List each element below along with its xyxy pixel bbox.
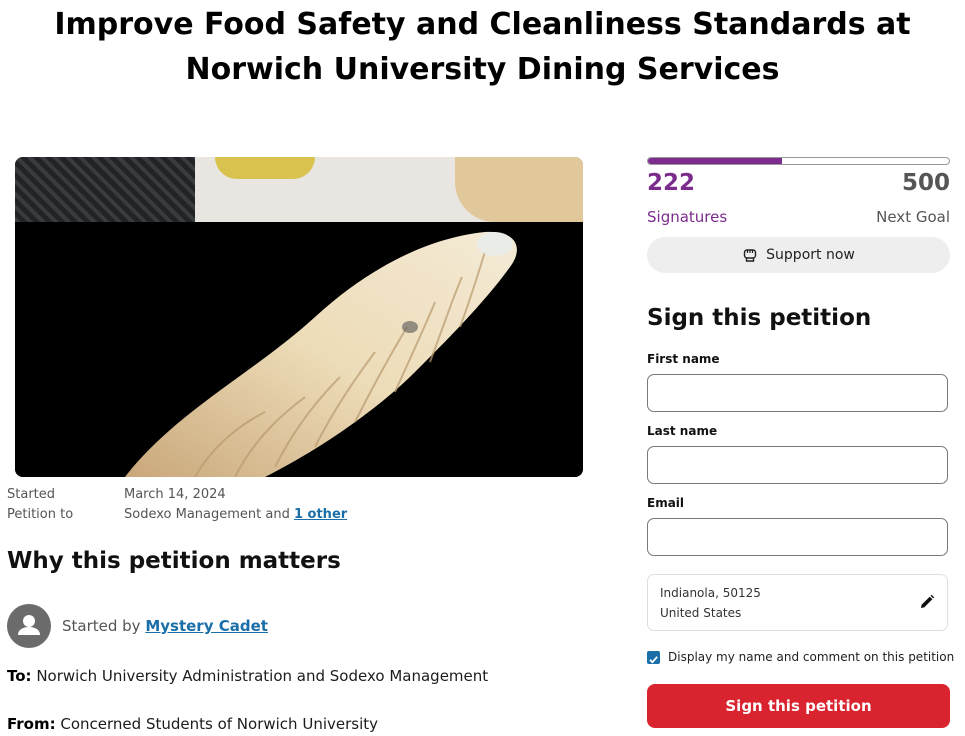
signature-progress-bar: [647, 157, 950, 165]
email-label: Email: [647, 496, 685, 510]
started-by-prefix: Started by: [62, 617, 146, 635]
petition-target: Sodexo Management and: [124, 507, 294, 522]
signature-count: 222: [647, 170, 696, 196]
started-by: Started by Mystery Cadet: [62, 617, 268, 635]
from-line: From: Concerned Students of Norwich Univ…: [7, 715, 378, 733]
started-label: Started: [7, 487, 56, 502]
page-title: Improve Food Safety and Cleanliness Stan…: [54, 7, 911, 87]
photo-closeup: [15, 222, 583, 477]
pencil-icon[interactable]: [919, 594, 935, 610]
from-text: Concerned Students of Norwich University: [55, 715, 379, 733]
larva-illustration: [125, 231, 517, 477]
signature-progress-fill: [648, 158, 782, 164]
support-now-button[interactable]: Support now: [647, 237, 950, 273]
to-line: To: Norwich University Administration an…: [7, 667, 488, 685]
support-now-label: Support now: [766, 247, 855, 263]
last-name-label: Last name: [647, 424, 718, 438]
location-country: United States: [660, 606, 742, 620]
petition-to-label: Petition to: [7, 507, 74, 522]
display-name-label: Display my name and comment on this peti…: [668, 650, 955, 664]
display-name-checkbox[interactable]: [647, 651, 660, 664]
user-icon: [18, 615, 40, 635]
petition-to-value: Sodexo Management and 1 other: [124, 507, 347, 522]
photo-corn: [215, 157, 315, 179]
sign-form-title: Sign this petition: [647, 305, 872, 331]
first-name-label: First name: [647, 352, 720, 366]
raised-fist-icon: [743, 249, 757, 262]
location-city: Indianola, 50125: [660, 586, 761, 600]
last-name-field[interactable]: [647, 446, 948, 484]
to-label: To:: [7, 667, 32, 685]
checkmark-icon: [649, 656, 658, 664]
email-field[interactable]: [647, 518, 948, 556]
location-box: Indianola, 50125 United States: [647, 574, 948, 631]
avatar: [7, 604, 51, 648]
other-targets-link[interactable]: 1 other: [294, 507, 347, 522]
first-name-field[interactable]: [647, 374, 948, 412]
from-label: From:: [7, 715, 56, 733]
goal-count: 500: [901, 170, 950, 196]
signatures-label: Signatures: [647, 208, 728, 226]
section-heading: Why this petition matters: [7, 548, 341, 574]
petition-photo: [15, 157, 583, 477]
sign-petition-button[interactable]: Sign this petition: [647, 684, 950, 728]
next-goal-label: Next Goal: [876, 208, 950, 226]
started-date: March 14, 2024: [124, 487, 226, 502]
photo-tray-mat: [15, 157, 195, 222]
photo-bread: [455, 157, 583, 222]
to-text: Norwich University Administration and So…: [31, 667, 489, 685]
starter-name-link[interactable]: Mystery Cadet: [145, 617, 268, 635]
